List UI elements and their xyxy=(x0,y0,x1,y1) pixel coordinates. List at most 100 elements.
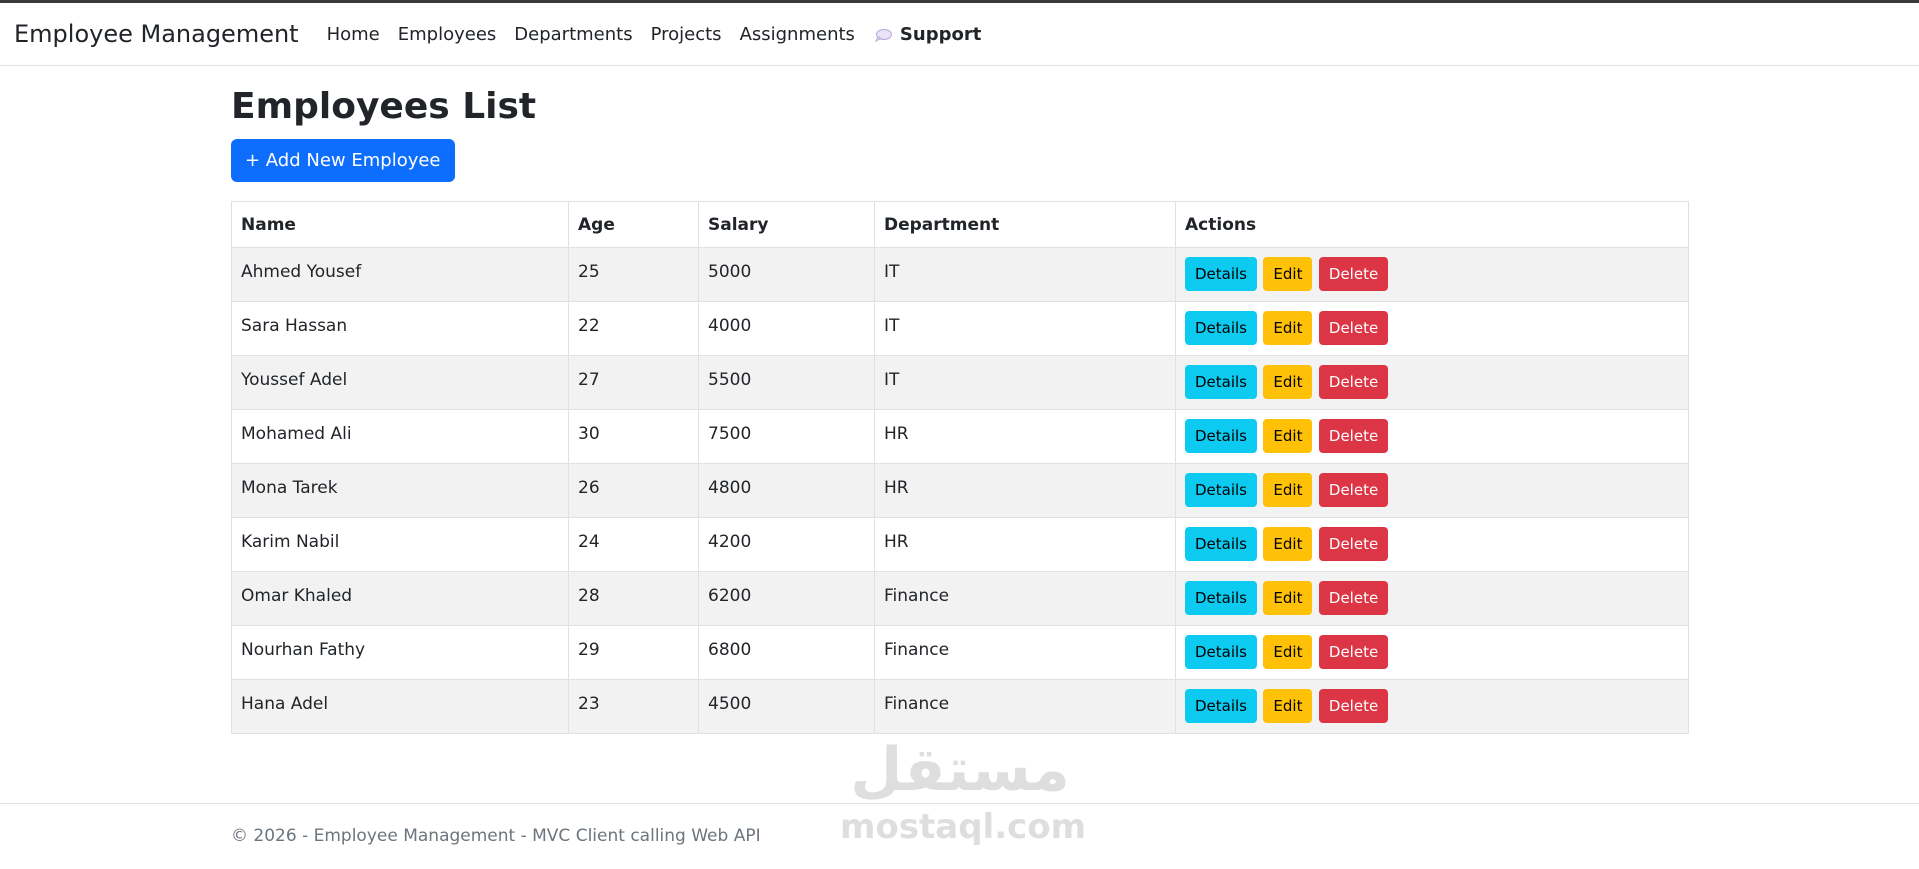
details-button[interactable]: Details xyxy=(1185,473,1258,507)
table-row: Sara Hassan 22 4000 IT Details Edit Delete xyxy=(231,301,1689,356)
cell-name: Nourhan Fathy xyxy=(231,625,569,680)
edit-button[interactable]: Edit xyxy=(1263,365,1313,399)
delete-button[interactable]: Delete xyxy=(1318,473,1389,507)
cell-age: 27 xyxy=(568,355,699,410)
edit-button[interactable]: Edit xyxy=(1263,527,1313,561)
cell-age: 22 xyxy=(568,301,699,356)
cell-age: 23 xyxy=(568,679,699,734)
cell-name: Mohamed Ali xyxy=(231,409,569,464)
cell-department: HR xyxy=(874,517,1176,572)
details-button[interactable]: Details xyxy=(1185,581,1258,615)
header-department: Department xyxy=(874,201,1176,248)
edit-button[interactable]: Edit xyxy=(1263,311,1313,345)
main-content: Employees List + Add New Employee Name A… xyxy=(231,66,1689,734)
delete-button[interactable]: Delete xyxy=(1318,635,1389,669)
add-new-employee-button[interactable]: + Add New Employee xyxy=(231,139,455,182)
delete-button[interactable]: Delete xyxy=(1318,311,1389,345)
table-row: Karim Nabil 24 4200 HR Details Edit Delete xyxy=(231,517,1689,572)
cell-department: IT xyxy=(874,355,1176,410)
cell-name: Sara Hassan xyxy=(231,301,569,356)
table-body: Ahmed Yousef 25 5000 IT Details Edit Delete S… xyxy=(231,247,1689,734)
details-button[interactable]: Details xyxy=(1185,689,1258,723)
nav-links: Home Employees Departments Projects Assi… xyxy=(327,24,982,45)
cell-salary: 4800 xyxy=(698,463,875,518)
cell-name: Ahmed Yousef xyxy=(231,247,569,302)
cell-salary: 4500 xyxy=(698,679,875,734)
header-age: Age xyxy=(568,201,699,248)
cell-salary: 6200 xyxy=(698,571,875,626)
table-row: Ahmed Yousef 25 5000 IT Details Edit Delete xyxy=(231,247,1689,302)
navbar: Employee Management Home Employees Depar… xyxy=(0,3,1919,66)
delete-button[interactable]: Delete xyxy=(1318,257,1389,291)
header-name: Name xyxy=(231,201,569,248)
table-row: Youssef Adel 27 5500 IT Details Edit Delete xyxy=(231,355,1689,410)
edit-button[interactable]: Edit xyxy=(1263,635,1313,669)
delete-button[interactable]: Delete xyxy=(1318,527,1389,561)
edit-button[interactable]: Edit xyxy=(1263,689,1313,723)
cell-actions: Details Edit Delete xyxy=(1175,625,1689,680)
delete-button[interactable]: Delete xyxy=(1318,689,1389,723)
nav-link-assignments[interactable]: Assignments xyxy=(740,24,855,45)
cell-salary: 4000 xyxy=(698,301,875,356)
cell-age: 29 xyxy=(568,625,699,680)
table-row: Hana Adel 23 4500 Finance Details Edit Delet… xyxy=(231,679,1689,734)
cell-department: IT xyxy=(874,247,1176,302)
nav-link-projects[interactable]: Projects xyxy=(651,24,722,45)
cell-name: Karim Nabil xyxy=(231,517,569,572)
cell-department: HR xyxy=(874,409,1176,464)
support-label: Support xyxy=(899,23,982,45)
edit-button[interactable]: Edit xyxy=(1263,419,1313,453)
cell-age: 26 xyxy=(568,463,699,518)
delete-button[interactable]: Delete xyxy=(1318,581,1389,615)
cell-actions: Details Edit Delete xyxy=(1175,463,1689,518)
nav-link-support[interactable]: Support xyxy=(874,23,982,45)
header-salary: Salary xyxy=(698,201,875,248)
cell-actions: Details Edit Delete xyxy=(1175,679,1689,734)
cell-actions: Details Edit Delete xyxy=(1175,247,1689,302)
cell-salary: 4200 xyxy=(698,517,875,572)
cell-age: 30 xyxy=(568,409,699,464)
details-button[interactable]: Details xyxy=(1185,527,1258,561)
cell-department: HR xyxy=(874,463,1176,518)
page-title: Employees List xyxy=(231,86,537,127)
cell-department: IT xyxy=(874,301,1176,356)
delete-button[interactable]: Delete xyxy=(1318,419,1389,453)
cell-name: Hana Adel xyxy=(231,679,569,734)
cell-actions: Details Edit Delete xyxy=(1175,571,1689,626)
nav-link-employees[interactable]: Employees xyxy=(398,24,497,45)
details-button[interactable]: Details xyxy=(1185,365,1258,399)
edit-button[interactable]: Edit xyxy=(1263,257,1313,291)
cell-actions: Details Edit Delete xyxy=(1175,301,1689,356)
cell-actions: Details Edit Delete xyxy=(1175,409,1689,464)
navbar-brand[interactable]: Employee Management xyxy=(14,20,299,48)
delete-button[interactable]: Delete xyxy=(1318,365,1389,399)
cell-name: Youssef Adel xyxy=(231,355,569,410)
cell-age: 28 xyxy=(568,571,699,626)
cell-age: 25 xyxy=(568,247,699,302)
cell-salary: 6800 xyxy=(698,625,875,680)
cell-age: 24 xyxy=(568,517,699,572)
table-row: Omar Khaled 28 6200 Finance Details Edit Del… xyxy=(231,571,1689,626)
details-button[interactable]: Details xyxy=(1185,257,1258,291)
table-row: Nourhan Fathy 29 6800 Finance Details Edit D… xyxy=(231,625,1689,680)
cell-department: Finance xyxy=(874,625,1176,680)
cell-department: Finance xyxy=(874,679,1176,734)
speech-bubble-icon xyxy=(874,28,892,42)
table-row: Mohamed Ali 30 7500 HR Details Edit Delete xyxy=(231,409,1689,464)
nav-link-home[interactable]: Home xyxy=(327,24,380,45)
details-button[interactable]: Details xyxy=(1185,311,1258,345)
cell-name: Omar Khaled xyxy=(231,571,569,626)
edit-button[interactable]: Edit xyxy=(1263,473,1313,507)
watermark-arabic: مستقل xyxy=(850,735,1070,805)
edit-button[interactable]: Edit xyxy=(1263,581,1313,615)
cell-actions: Details Edit Delete xyxy=(1175,355,1689,410)
cell-department: Finance xyxy=(874,571,1176,626)
cell-actions: Details Edit Delete xyxy=(1175,517,1689,572)
details-button[interactable]: Details xyxy=(1185,419,1258,453)
cell-salary: 5500 xyxy=(698,355,875,410)
header-actions: Actions xyxy=(1175,201,1689,248)
details-button[interactable]: Details xyxy=(1185,635,1258,669)
cell-name: Mona Tarek xyxy=(231,463,569,518)
cell-salary: 7500 xyxy=(698,409,875,464)
nav-link-departments[interactable]: Departments xyxy=(514,24,632,45)
